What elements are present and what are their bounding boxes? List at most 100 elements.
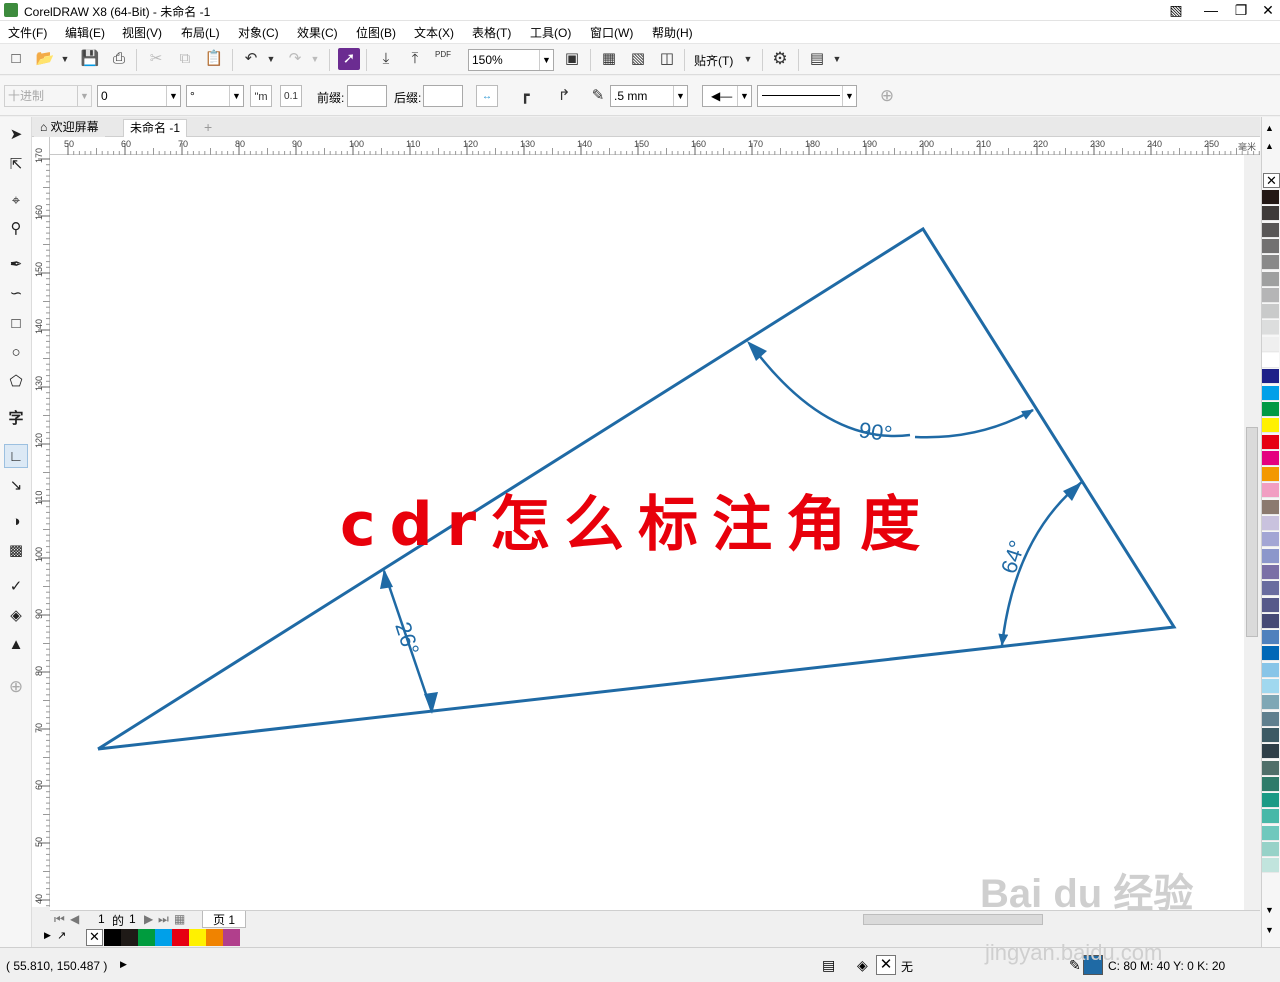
palette-scroll-down-icon[interactable]: ▼ bbox=[1265, 905, 1274, 915]
extension-lines-icon[interactable]: ↱ bbox=[553, 85, 575, 107]
vertical-ruler[interactable]: 170 160 150 140 130 120 110 100 90 80 70 60 50 40 bbox=[32, 137, 50, 907]
show-leading-zero-icon[interactable]: 0.1 bbox=[280, 85, 302, 107]
palette-swatch[interactable] bbox=[1262, 581, 1279, 597]
angle-label-26[interactable]: 26° bbox=[390, 619, 424, 658]
document-palette-swatch[interactable] bbox=[155, 929, 172, 946]
menu-file[interactable]: 文件(F) bbox=[8, 24, 47, 41]
menu-object[interactable]: 对象(C) bbox=[238, 24, 279, 41]
redo-dropdown-icon[interactable]: ▼ bbox=[304, 48, 326, 70]
launcher-dropdown-icon[interactable]: ▼ bbox=[826, 48, 848, 70]
drop-shadow-tool-icon[interactable]: ◑ bbox=[4, 510, 28, 534]
palette-swatch[interactable] bbox=[1262, 287, 1279, 303]
chevron-down-icon[interactable]: ▼ bbox=[842, 86, 856, 106]
palette-swatch[interactable] bbox=[1262, 597, 1279, 613]
palette-swatch[interactable] bbox=[1262, 418, 1279, 434]
angle-label-90[interactable]: 90° bbox=[857, 417, 893, 446]
palette-swatch[interactable] bbox=[1262, 353, 1279, 368]
no-fill-indicator[interactable]: ✕ bbox=[876, 955, 896, 975]
prev-page-icon[interactable]: ◀ bbox=[70, 912, 79, 926]
document-palette-swatch[interactable] bbox=[189, 929, 206, 946]
prefix-input[interactable] bbox=[347, 85, 387, 107]
palette-flyout-icon[interactable]: ▶ bbox=[44, 930, 51, 941]
palette-swatch[interactable] bbox=[1262, 336, 1279, 352]
undo-icon[interactable]: ↶ bbox=[240, 48, 262, 70]
palette-swatch[interactable] bbox=[1262, 825, 1279, 841]
chevron-down-icon[interactable]: ▼ bbox=[229, 86, 243, 106]
dimension-style-combo[interactable]: 十进制 ▼ bbox=[4, 85, 92, 107]
palette-scroll-down-icon[interactable]: ▼ bbox=[1265, 925, 1274, 935]
palette-swatch[interactable] bbox=[1262, 532, 1279, 548]
palette-swatch[interactable] bbox=[1262, 695, 1279, 711]
account-icon[interactable]: ▧ bbox=[1160, 0, 1192, 21]
palette-swatch[interactable] bbox=[1262, 467, 1279, 483]
paste-icon[interactable]: 📋 bbox=[203, 48, 225, 70]
tab-welcome[interactable]: ⌂ 欢迎屏幕 bbox=[34, 119, 105, 137]
new-tab-icon[interactable]: + bbox=[198, 119, 218, 137]
angular-dimension-tool-icon[interactable]: ∟ bbox=[4, 444, 28, 468]
vertical-scrollbar[interactable] bbox=[1244, 155, 1260, 910]
print-icon[interactable]: ⎙ bbox=[108, 48, 130, 70]
status-flyout-icon[interactable]: ▶ bbox=[120, 959, 127, 970]
chevron-down-icon[interactable]: ▼ bbox=[77, 86, 91, 106]
close-button[interactable]: ✕ bbox=[1252, 0, 1280, 21]
export-icon[interactable]: ⤒ bbox=[404, 48, 426, 70]
palette-swatch[interactable] bbox=[1262, 858, 1279, 874]
page-tab-1[interactable]: 页 1 bbox=[202, 911, 247, 928]
menu-view[interactable]: 视图(V) bbox=[122, 24, 162, 41]
palette-swatch[interactable] bbox=[1262, 564, 1279, 580]
add-page-icon[interactable]: ▦ bbox=[174, 912, 185, 926]
palette-swatch[interactable] bbox=[1262, 385, 1279, 401]
dimension-units-combo[interactable]: ° ▼ bbox=[186, 85, 244, 107]
add-tool-icon[interactable]: ⊕ bbox=[4, 675, 28, 699]
menu-layout[interactable]: 布局(L) bbox=[181, 24, 220, 41]
palette-swatch[interactable] bbox=[1262, 271, 1279, 287]
cut-icon[interactable]: ✂ bbox=[145, 48, 167, 70]
angle-label-64[interactable]: 64° bbox=[996, 537, 1030, 576]
eyedropper-tool-icon[interactable]: ✓ bbox=[4, 575, 28, 599]
palette-swatch[interactable] bbox=[1262, 711, 1279, 727]
eyedropper-icon[interactable]: ↗ bbox=[57, 929, 66, 942]
ellipse-tool-icon[interactable]: ○ bbox=[4, 341, 28, 365]
palette-swatch[interactable] bbox=[1262, 434, 1279, 450]
menu-effects[interactable]: 效果(C) bbox=[297, 24, 338, 41]
rectangle-tool-icon[interactable]: □ bbox=[4, 312, 28, 336]
interactive-fill-tool-icon[interactable]: ◈ bbox=[4, 604, 28, 628]
open-icon[interactable]: 📂 bbox=[34, 48, 56, 70]
palette-swatch[interactable] bbox=[1262, 255, 1279, 271]
palette-swatch[interactable] bbox=[1262, 662, 1279, 678]
show-grid-icon[interactable]: ▧ bbox=[627, 48, 649, 70]
color-proof-icon[interactable]: ▤ bbox=[822, 957, 835, 974]
palette-swatch[interactable] bbox=[1262, 809, 1279, 825]
show-rulers-icon[interactable]: ▦ bbox=[598, 48, 620, 70]
palette-swatch[interactable] bbox=[1262, 630, 1279, 646]
menu-help[interactable]: 帮助(H) bbox=[652, 24, 693, 41]
menu-bitmaps[interactable]: 位图(B) bbox=[356, 24, 396, 41]
chevron-down-icon[interactable]: ▼ bbox=[539, 50, 553, 70]
horizontal-scrollbar[interactable] bbox=[660, 911, 1245, 928]
palette-swatch[interactable] bbox=[1262, 548, 1279, 564]
import-icon[interactable]: ⤓ bbox=[375, 48, 397, 70]
palette-swatch[interactable] bbox=[1262, 679, 1279, 694]
pick-tool-icon[interactable]: ➤ bbox=[4, 123, 28, 147]
document-palette-swatch[interactable] bbox=[223, 929, 240, 946]
last-page-icon[interactable]: ⏭ bbox=[158, 912, 169, 927]
new-document-icon[interactable]: □ bbox=[5, 48, 27, 70]
copy-icon[interactable]: ⧉ bbox=[174, 48, 196, 70]
vertical-scroll-thumb[interactable] bbox=[1246, 427, 1258, 637]
drawing-canvas[interactable]: 90° 64° 26° cdr怎么标注角度 Bai du 经验 bbox=[50, 155, 1260, 910]
palette-swatch[interactable] bbox=[1262, 776, 1279, 792]
full-screen-icon[interactable]: ▣ bbox=[561, 48, 583, 70]
add-icon[interactable]: ⊕ bbox=[876, 85, 898, 107]
chevron-down-icon[interactable]: ▼ bbox=[166, 86, 180, 106]
outline-pen-icon[interactable]: ✎ bbox=[587, 85, 609, 107]
palette-swatch[interactable] bbox=[1262, 727, 1279, 743]
first-page-icon[interactable]: ⏮ bbox=[54, 912, 65, 927]
menu-edit[interactable]: 编辑(E) bbox=[65, 24, 105, 41]
palette-swatch[interactable] bbox=[1262, 613, 1279, 629]
next-page-icon[interactable]: ▶ bbox=[144, 912, 153, 926]
chevron-down-icon[interactable]: ▼ bbox=[673, 86, 687, 106]
snap-dropdown-icon[interactable]: ▼ bbox=[737, 48, 759, 70]
crop-tool-icon[interactable]: ⌖ bbox=[4, 189, 28, 213]
redo-icon[interactable]: ↷ bbox=[284, 48, 306, 70]
outline-width-combo[interactable]: .5 mm ▼ bbox=[610, 85, 688, 107]
